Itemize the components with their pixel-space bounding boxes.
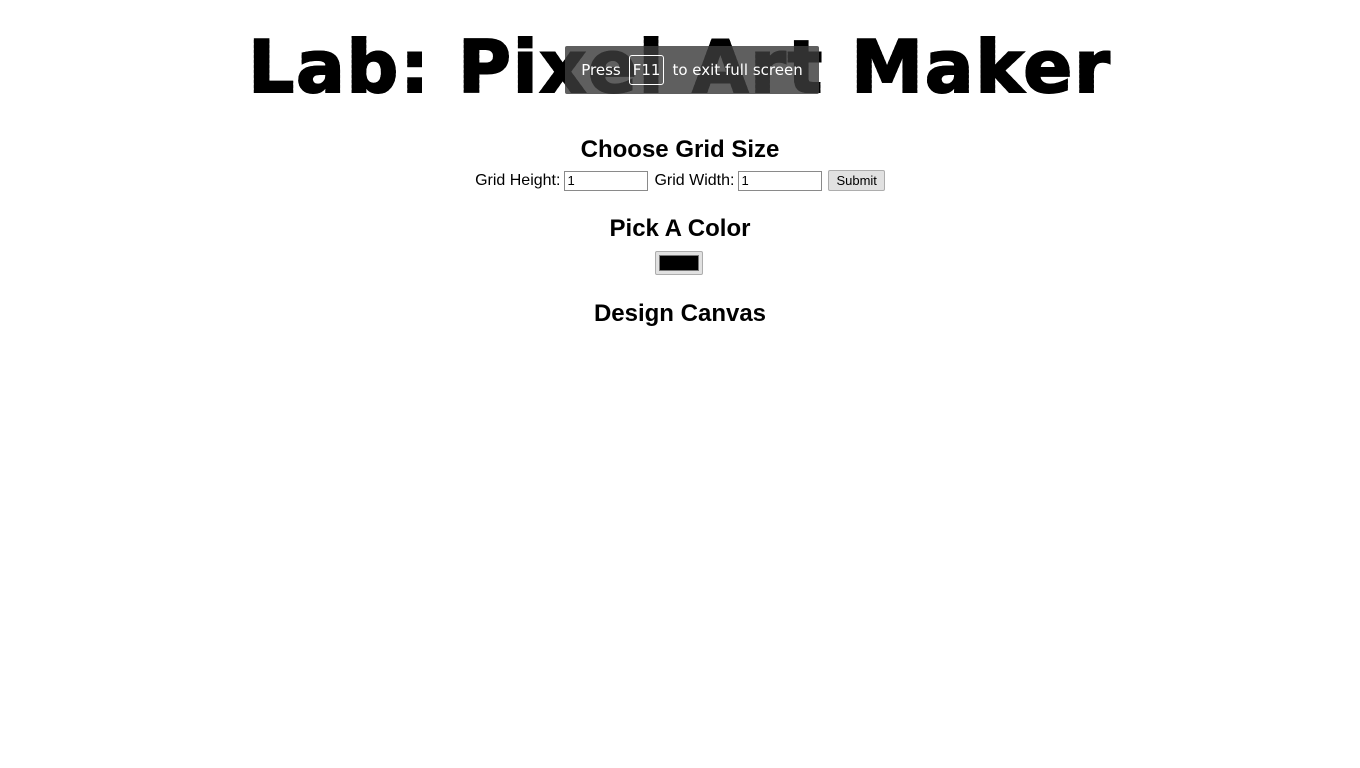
- grid-size-form: Grid Height: Grid Width: Submit: [0, 170, 1360, 191]
- grid-width-label: Grid Width:: [654, 171, 735, 189]
- grid-size-heading: Choose Grid Size: [580, 136, 780, 163]
- color-swatch: [659, 255, 699, 271]
- grid-height-label: Grid Height:: [475, 171, 561, 189]
- fullscreen-toast-press: Press: [581, 61, 621, 79]
- page: Lab: Pixel Art Maker Press F11 to exit f…: [0, 0, 1360, 768]
- grid-width-input[interactable]: [738, 170, 823, 191]
- fullscreen-toast: Press F11 to exit full screen: [565, 46, 819, 94]
- grid-height-input[interactable]: [564, 170, 649, 191]
- fullscreen-key-badge: F11: [628, 55, 665, 85]
- submit-button[interactable]: Submit: [828, 170, 885, 191]
- design-canvas-heading: Design Canvas: [593, 300, 767, 327]
- fullscreen-toast-suffix: to exit full screen: [672, 61, 803, 79]
- pick-color-heading: Pick A Color: [609, 215, 751, 242]
- color-picker[interactable]: [655, 251, 703, 275]
